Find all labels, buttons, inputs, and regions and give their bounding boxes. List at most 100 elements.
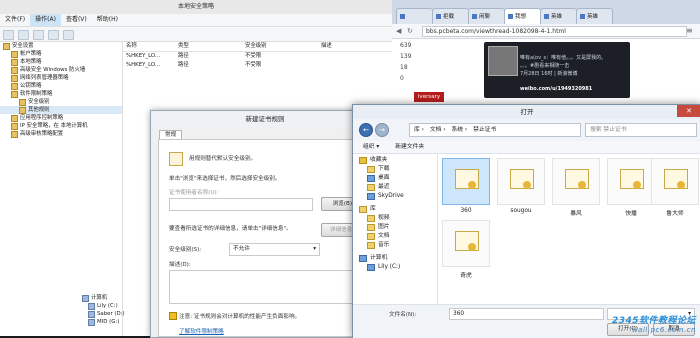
nav-item[interactable]: 下载 [359, 165, 437, 174]
file-item-sougou[interactable]: sougou [496, 158, 546, 214]
file-item-qihoo[interactable]: 奇虎 [441, 220, 491, 279]
tree-label: 公钥策略 [20, 83, 42, 89]
details-hint: 要查看所选证书的详细信息，请单击"详细信息"。 [169, 226, 292, 232]
filename-input[interactable]: 360 [449, 308, 604, 320]
back-icon[interactable]: ◀ [396, 27, 401, 35]
breadcrumb-item[interactable]: 库 [414, 127, 420, 133]
browser-tab[interactable]: 拒载 [432, 8, 469, 25]
tree-item[interactable]: 帐户策略 [0, 50, 122, 58]
tab-label: 我想 [515, 14, 527, 20]
tab-label: 英雄 [587, 14, 599, 20]
favicon-icon [436, 14, 441, 19]
menu-view[interactable]: 查看(V) [61, 14, 92, 26]
folder-icon [367, 233, 375, 240]
folder-icon [11, 58, 18, 66]
close-icon[interactable]: ✕ [677, 105, 700, 117]
tree-item[interactable]: 安全设置 [0, 42, 122, 50]
tree-drive-g[interactable]: MID (G:) [82, 318, 148, 326]
tree-label: 计算机 [91, 295, 108, 301]
description-field[interactable] [169, 270, 365, 304]
file-item-kuaibo[interactable]: 快播 [606, 158, 656, 217]
nav-item[interactable]: 收藏夹 [359, 156, 437, 165]
tree-item[interactable]: 网络列表管理器策略 [0, 74, 122, 82]
browser-tab[interactable] [396, 8, 433, 25]
subject-field[interactable] [169, 198, 313, 211]
tree-item[interactable]: 公钥策略 [0, 82, 122, 90]
browser-tab[interactable]: 英雄 [576, 8, 613, 25]
properties-icon[interactable] [48, 30, 59, 40]
tree-item[interactable]: IP 安全策略，在 本地计算机 [0, 122, 122, 130]
toolbar [0, 27, 392, 42]
favicon-icon [580, 14, 585, 19]
table-row[interactable]: %HKEY_LO... 路径 不受限 [123, 52, 392, 61]
search-input[interactable]: 搜索 禁止证书 [585, 123, 697, 137]
nav-item[interactable]: 文档 [359, 232, 437, 241]
col-name[interactable]: 名称 [123, 42, 178, 51]
menu-file[interactable]: 文件(F) [0, 14, 30, 26]
tree-item[interactable]: 安全级别 [0, 98, 122, 106]
note-text: 注意: 证书规则会对计算机的性能产生负面影响。 [179, 314, 301, 320]
signature-banner: 唯有a(ov_s：唯有他。。。又是屏我的。 。。。#剧看来相随一击 7月28日 … [484, 42, 630, 98]
tree-computer[interactable]: 计算机 [82, 294, 148, 302]
up-icon[interactable] [33, 30, 44, 40]
menu-action[interactable]: 操作(A) [30, 14, 61, 26]
tree-drive-d[interactable]: Saber (D:) [82, 310, 148, 318]
intro-text: 用规则替代默认安全级别。 [189, 156, 257, 162]
navigation-pane: 收藏夹 下载桌面 最近 SkyDrive 库视频 图片 文档 音乐计算机 Lily (C:) [353, 154, 438, 304]
forward-icon[interactable]: → [375, 123, 389, 137]
settings-icon[interactable]: ≡ [686, 26, 693, 35]
breadcrumb-item[interactable]: 禁止证书 [473, 127, 496, 133]
table-row[interactable]: %HKEY_LO... 路径 不受限 [123, 61, 392, 70]
nav-item[interactable]: 库 [359, 205, 437, 214]
tree-item[interactable]: 高级审核策略配置 [0, 130, 122, 138]
tree-label: 网络列表管理器策略 [20, 75, 69, 81]
back-icon[interactable]: ← [359, 123, 373, 137]
banner-link[interactable]: weibo.com/u/1949320981 [520, 86, 592, 92]
menu-help[interactable]: 帮助(H) [92, 14, 123, 26]
favicon-icon [508, 14, 513, 19]
nav-item[interactable]: 最近 [359, 183, 437, 192]
nav-item[interactable]: Lily (C:) [359, 263, 437, 272]
forward-icon[interactable] [18, 30, 29, 40]
tree-item[interactable]: 应用程序控制策略 [0, 114, 122, 122]
organize-button[interactable]: 组织 ▾ [363, 144, 379, 150]
browser-tab-active[interactable]: 我想 [504, 8, 541, 25]
nav-item[interactable]: 桌面 [359, 174, 437, 183]
nav-item[interactable]: 图片 [359, 223, 437, 232]
nav-label: Lily (C:) [378, 264, 401, 270]
file-item-ludashi[interactable]: 鲁大师 [650, 158, 700, 217]
breadcrumb-item[interactable]: 文档 [430, 127, 442, 133]
back-icon[interactable] [3, 30, 14, 40]
col-type[interactable]: 类型 [178, 42, 245, 51]
nav-label: 下载 [378, 166, 390, 172]
help-icon[interactable] [63, 30, 74, 40]
file-item-baofeng[interactable]: 暴风 [551, 158, 601, 217]
dialog-title: 新建证书规则 [151, 111, 379, 127]
file-item-360[interactable]: 360 [441, 158, 491, 214]
level-select[interactable]: 不允许 ▾ [229, 243, 320, 256]
learn-more-link[interactable]: 了解软件限制策略 [179, 327, 224, 335]
file-name: sougou [510, 208, 532, 214]
tree-drive-c[interactable]: Lily (C:) [82, 302, 148, 310]
browser-tab[interactable]: 英雄 [540, 8, 577, 25]
file-name: 奇虎 [460, 273, 472, 279]
nav-item[interactable]: 音乐 [359, 241, 437, 250]
nav-item[interactable]: 视频 [359, 214, 437, 223]
tree-item[interactable]: 高级安全 Windows 防火墙 [0, 66, 122, 74]
breadcrumb[interactable]: 库 › 文档 › 系统 › 禁止证书 [409, 123, 581, 137]
col-level[interactable]: 安全级别 [245, 42, 321, 51]
tree-label: 应用程序控制策略 [20, 115, 64, 121]
tree-item[interactable]: 本地策略 [0, 58, 122, 66]
new-folder-button[interactable]: 新建文件夹 [395, 144, 424, 150]
tree-item[interactable]: 其他规则 [0, 106, 122, 114]
tree-label: Lily (C:) [97, 303, 118, 309]
nav-item[interactable]: 计算机 [359, 254, 437, 263]
nav-item[interactable]: SkyDrive [359, 192, 437, 201]
breadcrumb-item[interactable]: 系统 [451, 127, 463, 133]
url-field[interactable]: bbs.pcbeta.com/viewthread-1082098-4-1.ht… [422, 26, 687, 37]
reload-icon[interactable]: ↻ [407, 27, 413, 35]
folder-icon [19, 98, 26, 106]
tree-item[interactable]: 软件限制策略 [0, 90, 122, 98]
col-desc[interactable]: 描述 [321, 42, 381, 51]
browser-tab[interactable]: 闲聊 [468, 8, 505, 25]
